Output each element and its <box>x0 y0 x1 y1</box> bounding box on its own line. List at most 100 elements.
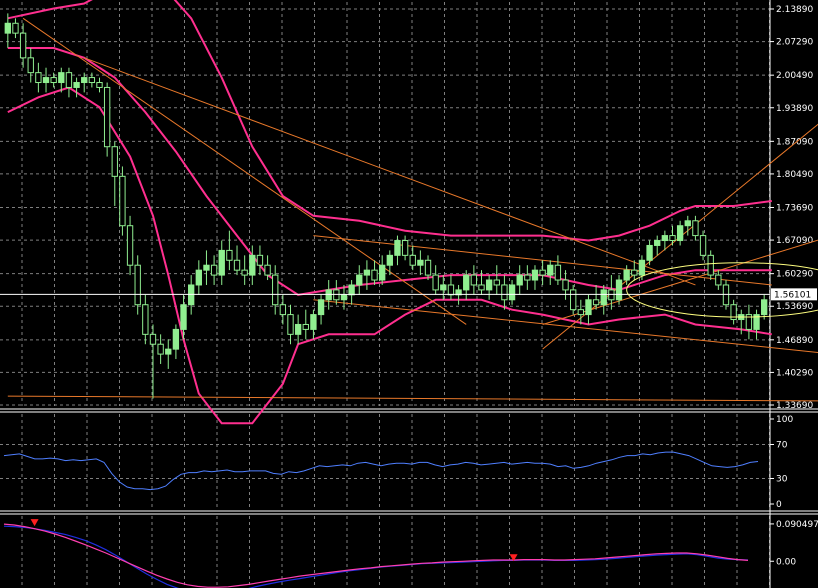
candle-body <box>684 220 691 227</box>
candle-body <box>279 304 287 316</box>
candle-body <box>111 146 118 177</box>
candle-body <box>699 235 707 256</box>
price-tick-label: 2.13890 <box>776 5 813 15</box>
candle-body <box>631 269 638 276</box>
price-tick-label: 1.67090 <box>776 236 813 246</box>
candle-body <box>157 343 164 355</box>
candle-body <box>531 269 539 281</box>
candle-body <box>103 86 111 148</box>
candle-body <box>58 72 65 84</box>
candle-body <box>661 235 669 242</box>
candle-body <box>692 220 699 237</box>
price-tick-label: 1.80490 <box>776 170 813 180</box>
candle-body <box>485 279 493 291</box>
candle-body <box>256 254 264 266</box>
candle-body <box>172 328 180 350</box>
candle-body <box>317 299 325 316</box>
candle-body <box>4 22 11 34</box>
oscillator-tick-label: 0 <box>776 500 782 510</box>
candle-body <box>42 77 50 84</box>
candle-body <box>638 259 646 276</box>
candle-body <box>676 225 684 242</box>
candle-body <box>432 274 439 291</box>
candle-body <box>386 254 393 266</box>
macd-tick-label: 0.00 <box>776 557 796 567</box>
candle-body <box>241 269 248 276</box>
candle-body <box>340 294 348 301</box>
candle-body <box>371 269 378 281</box>
candle-body <box>401 240 409 256</box>
candle-body <box>233 259 241 271</box>
candle-body <box>440 284 447 291</box>
candle-body <box>348 284 355 296</box>
candle-body <box>654 240 661 246</box>
candle-body <box>149 333 157 345</box>
oscillator-tick-label: 100 <box>776 415 793 425</box>
candle-body <box>88 77 96 84</box>
candle-body <box>600 289 607 306</box>
candle-body <box>195 269 202 286</box>
price-tick-label: 2.07290 <box>776 38 813 48</box>
candle-body <box>562 279 569 291</box>
price-tick-label: 2.00490 <box>776 71 813 81</box>
candle-body <box>363 269 371 276</box>
candle-body <box>524 274 531 281</box>
candle-body <box>470 274 478 286</box>
candle-body <box>379 264 386 281</box>
candle-body <box>81 77 88 84</box>
candle-body <box>272 274 279 306</box>
candle-body <box>134 264 141 306</box>
candle-body <box>623 269 630 281</box>
candle-body <box>218 249 225 276</box>
oscillator-tick-label: 70 <box>776 441 788 451</box>
price-tick-label: 1.46890 <box>776 336 813 346</box>
candle-body <box>669 235 676 242</box>
candle-body <box>539 269 546 276</box>
candle-body <box>210 264 218 276</box>
candle-body <box>226 249 233 261</box>
candle-body <box>707 254 714 276</box>
candle-body <box>142 304 149 335</box>
candle-body <box>646 244 653 261</box>
candle-body <box>50 77 57 84</box>
candle-body <box>19 32 27 59</box>
candle-body <box>27 57 34 74</box>
candle-body <box>501 284 508 301</box>
candle-body <box>516 274 523 286</box>
candle-body <box>180 304 187 330</box>
candle-body <box>35 72 42 84</box>
candle-body <box>394 240 401 256</box>
candle-body <box>126 225 134 266</box>
candle-body <box>424 259 432 276</box>
candle-body <box>585 299 592 316</box>
candle-body <box>96 82 103 88</box>
oscillator-tick-label: 30 <box>776 475 788 485</box>
candle-body <box>302 323 309 330</box>
candle-body <box>165 348 172 355</box>
candle-body <box>264 264 271 276</box>
candle-body <box>478 284 485 291</box>
macd-tick-label: 0.090497 <box>776 520 818 530</box>
candle-body <box>409 254 416 266</box>
candle-body <box>65 72 73 88</box>
trading-chart[interactable]: 2.13890 2.07290 2.00490 1.93890 1.87090 1.804… <box>0 0 818 588</box>
candle-body <box>463 274 470 291</box>
price-tick-label: 1.40290 <box>776 368 813 378</box>
candle-body <box>12 22 19 34</box>
candle-body <box>547 264 554 276</box>
candle-body <box>417 259 424 266</box>
price-tick-label: 1.93890 <box>776 104 813 114</box>
candle-body <box>570 289 577 311</box>
candle-body <box>356 274 363 286</box>
candle-body <box>761 299 768 316</box>
candle-body <box>615 279 623 301</box>
current-price-label: 1.56101 <box>774 290 811 300</box>
candle-body <box>119 175 126 227</box>
candle-body <box>294 323 302 335</box>
candle-body <box>310 314 317 330</box>
candle-body <box>73 82 80 88</box>
candle-body <box>493 279 500 286</box>
candle-body <box>203 264 210 271</box>
candle-body <box>715 274 722 286</box>
candle-body <box>249 254 256 276</box>
